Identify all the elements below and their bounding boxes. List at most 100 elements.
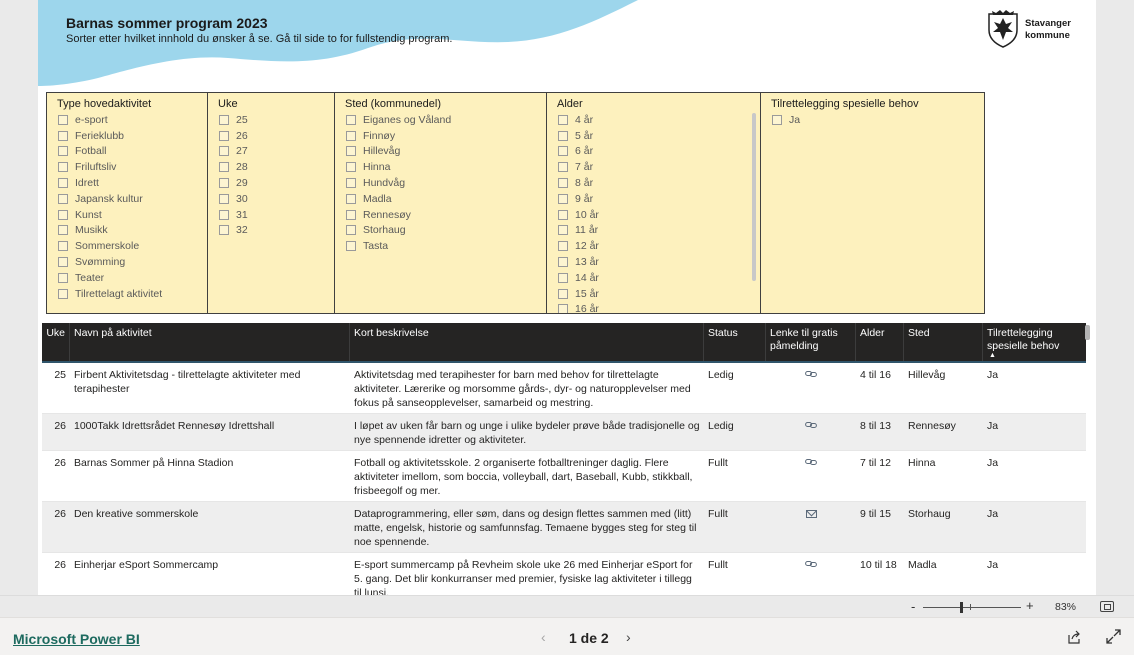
checkbox[interactable] <box>558 288 568 299</box>
column-header-status[interactable]: Status <box>704 323 766 361</box>
slicer-option[interactable]: 7 år <box>547 159 760 175</box>
slicer-option[interactable]: Musikk <box>47 223 207 239</box>
checkbox[interactable] <box>219 209 229 220</box>
next-page-button[interactable]: › <box>626 629 631 645</box>
checkbox[interactable] <box>558 225 568 236</box>
zoom-out-button[interactable]: - <box>911 599 915 614</box>
slicer-option[interactable]: Storhaug <box>335 223 546 239</box>
checkbox[interactable] <box>558 304 568 313</box>
slicer-option[interactable]: 27 <box>208 144 334 160</box>
slicer-option[interactable]: Tilrettelagt aktivitet <box>47 286 207 302</box>
slicer-option[interactable]: 14 år <box>547 270 760 286</box>
previous-page-button[interactable]: ‹ <box>541 629 546 645</box>
slicer-option[interactable]: 16 år <box>547 302 760 313</box>
column-header-alder[interactable]: Alder <box>856 323 904 361</box>
checkbox[interactable] <box>58 225 68 236</box>
slicer-option[interactable]: Friluftsliv <box>47 159 207 175</box>
slicer-option[interactable]: Sommerskole <box>47 238 207 254</box>
checkbox[interactable] <box>558 114 568 125</box>
checkbox[interactable] <box>346 162 356 173</box>
checkbox[interactable] <box>346 178 356 189</box>
checkbox[interactable] <box>558 241 568 252</box>
slicer-option[interactable]: Eiganes og Våland <box>335 112 546 128</box>
checkbox[interactable] <box>772 114 782 125</box>
slicer-option[interactable]: Tasta <box>335 238 546 254</box>
checkbox[interactable] <box>558 193 568 204</box>
link-icon[interactable] <box>805 420 817 434</box>
checkbox[interactable] <box>219 193 229 204</box>
slicer-option[interactable]: 28 <box>208 159 334 175</box>
checkbox[interactable] <box>558 146 568 157</box>
checkbox[interactable] <box>58 193 68 204</box>
slicer-option[interactable]: 5 år <box>547 128 760 144</box>
table-scrollbar[interactable] <box>1085 325 1090 340</box>
slicer-option[interactable]: 8 år <box>547 175 760 191</box>
slicer-option[interactable]: 32 <box>208 223 334 239</box>
slicer-option[interactable]: Kunst <box>47 207 207 223</box>
slicer-option[interactable]: 4 år <box>547 112 760 128</box>
slicer-option[interactable]: 11 år <box>547 223 760 239</box>
slicer-option[interactable]: Fotball <box>47 144 207 160</box>
link-icon[interactable] <box>805 369 817 383</box>
slicer-scrollbar[interactable] <box>752 113 756 281</box>
checkbox[interactable] <box>558 209 568 220</box>
slicer-option[interactable]: 10 år <box>547 207 760 223</box>
checkbox[interactable] <box>219 225 229 236</box>
column-header-tilrettelegging[interactable]: Tilrettelegging spesielle behov ▲ <box>983 323 1086 361</box>
fullscreen-icon[interactable] <box>1106 629 1121 644</box>
slicer-option[interactable]: e-sport <box>47 112 207 128</box>
column-header-sted[interactable]: Sted <box>904 323 983 361</box>
slicer-option[interactable]: 30 <box>208 191 334 207</box>
checkbox[interactable] <box>346 193 356 204</box>
zoom-slider-track[interactable] <box>923 607 1021 608</box>
checkbox[interactable] <box>346 114 356 125</box>
checkbox[interactable] <box>58 130 68 141</box>
slicer-option[interactable]: Teater <box>47 270 207 286</box>
checkbox[interactable] <box>58 162 68 173</box>
column-header-uke[interactable]: Uke <box>42 323 70 361</box>
checkbox[interactable] <box>219 146 229 157</box>
zoom-in-button[interactable]: + <box>1026 598 1034 613</box>
mail-icon[interactable] <box>805 510 817 518</box>
slicer-option[interactable]: Hillevåg <box>335 144 546 160</box>
slicer-option[interactable]: 25 <box>208 112 334 128</box>
column-header-navn[interactable]: Navn på aktivitet <box>70 323 350 361</box>
share-icon[interactable] <box>1067 630 1081 644</box>
checkbox[interactable] <box>58 146 68 157</box>
link-icon[interactable] <box>805 457 817 471</box>
slicer-option[interactable]: 12 år <box>547 238 760 254</box>
checkbox[interactable] <box>346 225 356 236</box>
checkbox[interactable] <box>558 257 568 268</box>
checkbox[interactable] <box>58 114 68 125</box>
column-header-beskrivelse[interactable]: Kort beskrivelse <box>350 323 704 361</box>
zoom-slider-thumb[interactable] <box>960 602 963 613</box>
slicer-option[interactable]: Rennesøy <box>335 207 546 223</box>
slicer-option[interactable]: 15 år <box>547 286 760 302</box>
checkbox[interactable] <box>58 257 68 268</box>
slicer-option[interactable]: 29 <box>208 175 334 191</box>
slicer-option[interactable]: Ferieklubb <box>47 128 207 144</box>
powerbi-link[interactable]: Microsoft Power BI <box>13 631 140 647</box>
checkbox[interactable] <box>346 130 356 141</box>
checkbox[interactable] <box>58 272 68 283</box>
checkbox[interactable] <box>219 178 229 189</box>
checkbox[interactable] <box>219 162 229 173</box>
checkbox[interactable] <box>346 241 356 252</box>
checkbox[interactable] <box>346 146 356 157</box>
checkbox[interactable] <box>558 178 568 189</box>
slicer-option[interactable]: 9 år <box>547 191 760 207</box>
checkbox[interactable] <box>558 130 568 141</box>
slicer-option[interactable]: Madla <box>335 191 546 207</box>
checkbox[interactable] <box>58 178 68 189</box>
checkbox[interactable] <box>346 209 356 220</box>
checkbox[interactable] <box>58 288 68 299</box>
slicer-option[interactable]: Finnøy <box>335 128 546 144</box>
slicer-option[interactable]: Svømming <box>47 254 207 270</box>
fit-to-page-icon[interactable] <box>1100 601 1114 612</box>
checkbox[interactable] <box>558 162 568 173</box>
slicer-option[interactable]: 31 <box>208 207 334 223</box>
checkbox[interactable] <box>219 114 229 125</box>
slicer-option[interactable]: Idrett <box>47 175 207 191</box>
column-header-lenke[interactable]: Lenke til gratis påmelding <box>766 323 856 361</box>
checkbox[interactable] <box>58 209 68 220</box>
